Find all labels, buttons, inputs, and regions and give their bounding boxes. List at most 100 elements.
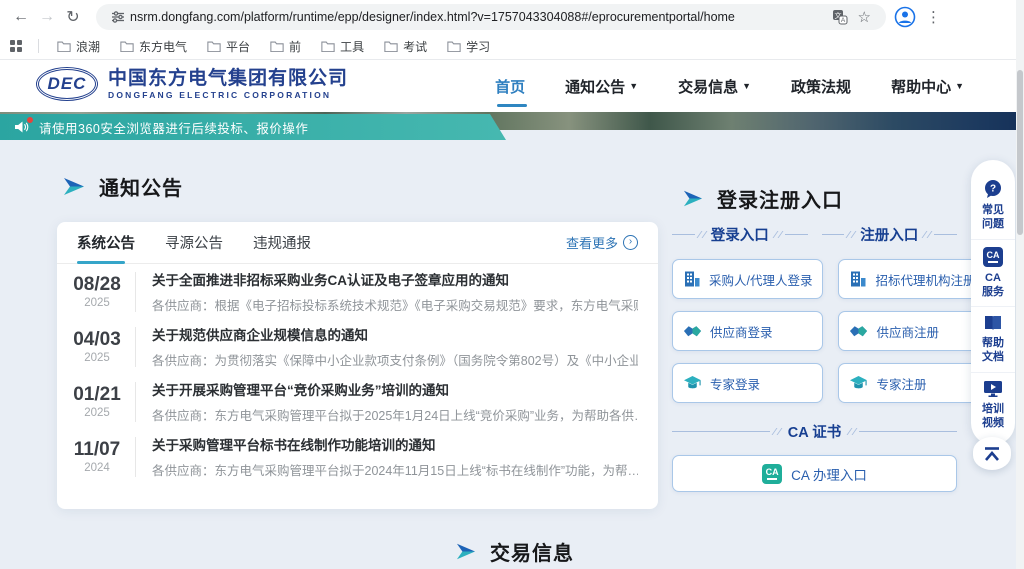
handshake-icon: [683, 323, 702, 339]
forward-icon[interactable]: →: [34, 4, 60, 30]
toolbar-right: ⋮: [894, 6, 941, 28]
tab-violation-reports[interactable]: 违规通报: [253, 222, 311, 264]
nav-help-center[interactable]: 帮助中心▼: [891, 70, 964, 103]
bookmark-item[interactable]: 工具: [313, 35, 372, 58]
notice-date: 04/03 2025: [65, 329, 129, 364]
apps-grid-icon[interactable]: [10, 40, 22, 52]
notice-date: 01/21 2025: [65, 384, 129, 419]
bookmark-item[interactable]: 前: [262, 35, 309, 58]
question-icon: ?: [982, 179, 1004, 199]
back-to-top-button[interactable]: [973, 437, 1011, 470]
address-bar[interactable]: nsrm.dongfang.com/platform/runtime/epp/d…: [96, 4, 886, 30]
menu-kebab-icon[interactable]: ⋮: [926, 8, 941, 26]
section-arrow-icon: [682, 189, 704, 208]
bookmark-item[interactable]: 平台: [199, 35, 258, 58]
dec-logo-icon: DEC: [36, 67, 98, 101]
tab-system-notices[interactable]: 系统公告: [77, 222, 135, 264]
ca-icon: CA: [983, 247, 1003, 267]
floating-sidebar: ? 常见问题 CA CA服务 帮助文档 培训视频: [971, 160, 1015, 445]
graduation-cap-icon: [683, 375, 702, 392]
top-arrow-icon: [982, 446, 1002, 462]
site-info-icon[interactable]: [111, 10, 125, 24]
back-icon[interactable]: ←: [8, 4, 34, 30]
bookmark-item[interactable]: 东方电气: [112, 35, 195, 58]
help-docs-item[interactable]: 帮助文档: [971, 306, 1015, 372]
nav-policies[interactable]: 政策法规: [791, 70, 851, 103]
notice-title[interactable]: 关于规范供应商企业规模信息的通知: [152, 324, 638, 344]
reload-icon[interactable]: ↻: [60, 4, 86, 30]
divider: [135, 327, 136, 367]
faq-item[interactable]: ? 常见问题: [971, 172, 1015, 239]
graduation-cap-icon: [849, 375, 868, 392]
nav-home[interactable]: 首页: [495, 70, 525, 103]
notices-section-title: 通知公告: [62, 172, 183, 201]
notice-date: 08/28 2025: [65, 274, 129, 309]
bookmark-star-icon[interactable]: ☆: [858, 8, 871, 26]
caret-down-icon: ▼: [742, 81, 751, 91]
ticker-text: 请使用360安全浏览器进行后续投标、报价操作: [39, 118, 308, 137]
circle-arrow-icon: ›: [623, 235, 638, 250]
video-icon: [983, 380, 1003, 398]
main-nav: 首页 通知公告▼ 交易信息▼ 政策法规 帮助中心▼: [495, 60, 964, 112]
bookmark-item[interactable]: 考试: [376, 35, 435, 58]
notice-desc: 各供应商：东方电气采购管理平台拟于2025年1月24日上线“竞价采购”业务，为帮…: [152, 405, 638, 424]
notice-row[interactable]: 08/28 2025 关于全面推进非招标采购业务CA认证及电子签章应用的通知 各…: [57, 264, 658, 319]
login-panel: 登录入口 注册入口 采购人/代理人登录 招标代理机构注册 供应商登录: [672, 224, 957, 492]
notices-card: 系统公告 寻源公告 违规通报 查看更多 › 08/28 2025 关于全面推进非…: [57, 222, 658, 509]
url-text: nsrm.dongfang.com/platform/runtime/epp/d…: [130, 10, 827, 24]
alert-dot: [27, 117, 33, 123]
register-group-label: 注册入口: [822, 224, 958, 245]
view-more-link[interactable]: 查看更多 ›: [566, 233, 638, 252]
scrollbar-thumb[interactable]: [1017, 70, 1023, 235]
notices-tabs: 系统公告 寻源公告 违规通报 查看更多 ›: [57, 222, 658, 264]
notice-row[interactable]: 11/07 2024 关于采购管理平台标书在线制作功能培训的通知 各供应商：东方…: [57, 429, 658, 484]
divider: [38, 39, 39, 53]
expert-register-button[interactable]: 专家注册: [838, 363, 986, 403]
company-name-en: DONGFANG ELECTRIC CORPORATION: [108, 90, 348, 100]
notice-desc: 各供应商：为贯彻落实《保障中小企业款项支付条例》（国务院令第802号）及《中小企…: [152, 350, 638, 369]
nav-notices[interactable]: 通知公告▼: [565, 70, 638, 103]
ca-badge-icon: CA: [762, 464, 782, 484]
login-group-label: 登录入口: [672, 224, 808, 245]
handshake-icon: [849, 323, 868, 339]
notice-row[interactable]: 04/03 2025 关于规范供应商企业规模信息的通知 各供应商：为贯彻落实《保…: [57, 319, 658, 374]
tab-sourcing-notices[interactable]: 寻源公告: [165, 222, 223, 264]
notice-ticker: 请使用360安全浏览器进行后续投标、报价操作: [0, 114, 506, 140]
supplier-register-button[interactable]: 供应商注册: [838, 311, 986, 351]
page: ← → ↻ nsrm.dongfang.com/platform/runtime…: [0, 0, 1024, 569]
bookmark-item[interactable]: 浪潮: [49, 35, 108, 58]
caret-down-icon: ▼: [629, 81, 638, 91]
ca-service-item[interactable]: CA CA服务: [971, 239, 1015, 307]
trade-section-title: 交易信息: [455, 537, 574, 566]
divider: [135, 437, 136, 477]
notice-title[interactable]: 关于全面推进非招标采购业务CA认证及电子签章应用的通知: [152, 269, 638, 289]
section-arrow-icon: [62, 176, 86, 197]
expert-login-button[interactable]: 专家登录: [672, 363, 823, 403]
supplier-login-button[interactable]: 供应商登录: [672, 311, 823, 351]
bookmarks-bar: 浪潮 东方电气 平台 前 工具 考试 学习: [0, 33, 1024, 60]
site-header: DEC 中国东方电气集团有限公司 DONGFANG ELECTRIC CORPO…: [0, 60, 1024, 112]
notice-title[interactable]: 关于采购管理平台标书在线制作功能培训的通知: [152, 434, 638, 454]
login-section-title: 登录注册入口: [682, 184, 843, 213]
browser-toolbar: ← → ↻ nsrm.dongfang.com/platform/runtime…: [0, 0, 1024, 33]
translate-icon[interactable]: 文A: [832, 9, 848, 25]
speaker-icon: [14, 120, 30, 134]
training-videos-item[interactable]: 培训视频: [971, 372, 1015, 438]
bookmark-item[interactable]: 学习: [439, 35, 498, 58]
svg-text:A: A: [840, 17, 845, 24]
book-icon: [983, 314, 1003, 332]
purchaser-agent-login-button[interactable]: 采购人/代理人登录: [672, 259, 823, 299]
divider: [135, 382, 136, 422]
notice-row[interactable]: 01/21 2025 关于开展采购管理平台“竞价采购业务”培训的通知 各供应商：…: [57, 374, 658, 429]
ca-apply-button[interactable]: CA CA 办理入口: [672, 455, 957, 492]
profile-avatar[interactable]: [894, 6, 916, 28]
caret-down-icon: ▼: [955, 81, 964, 91]
org-building-icon: [849, 270, 867, 288]
notice-date: 11/07 2024: [65, 439, 129, 474]
section-arrow-icon: [455, 542, 477, 561]
bidding-agency-register-button[interactable]: 招标代理机构注册: [838, 259, 986, 299]
page-scrollbar: [1016, 0, 1024, 569]
company-logo[interactable]: DEC 中国东方电气集团有限公司 DONGFANG ELECTRIC CORPO…: [36, 67, 348, 101]
notice-title[interactable]: 关于开展采购管理平台“竞价采购业务”培训的通知: [152, 379, 638, 399]
nav-trade-info[interactable]: 交易信息▼: [678, 70, 751, 103]
